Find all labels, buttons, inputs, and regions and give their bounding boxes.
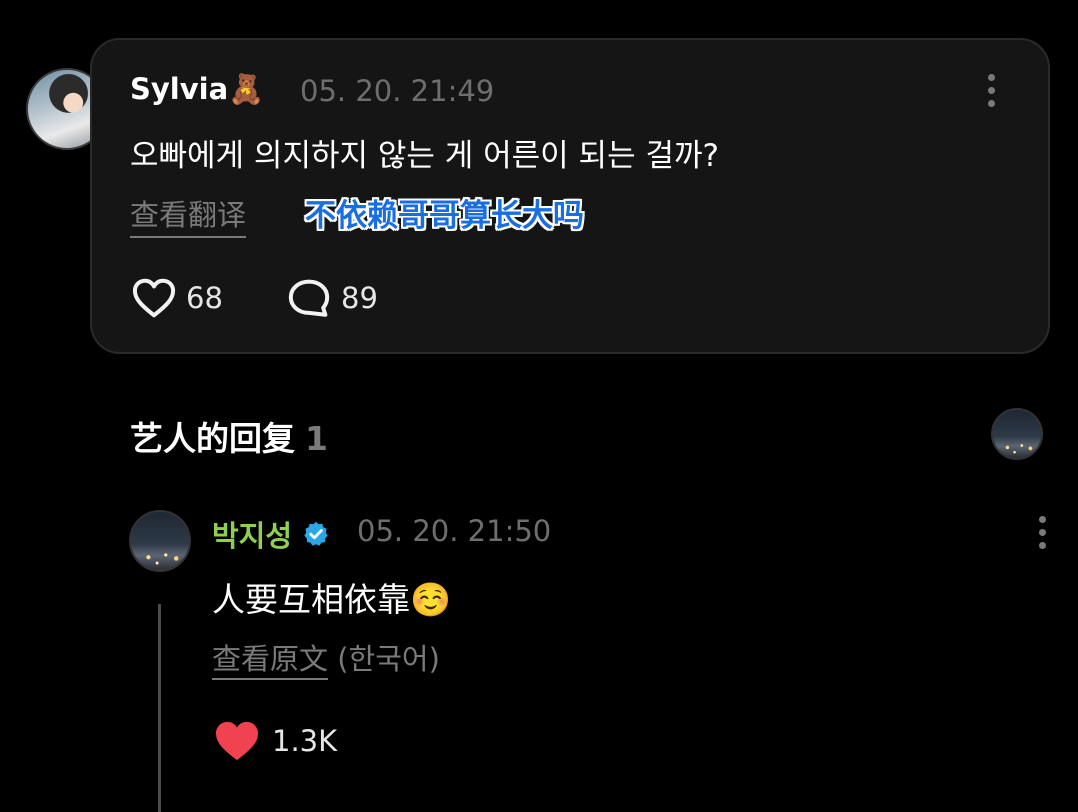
reply-timestamp: 05. 20. 21:50 [357,514,552,548]
reply-like-button[interactable]: 1.3K [214,720,337,762]
post-timestamp: 05. 20. 21:49 [300,74,495,108]
view-translation-link[interactable]: 查看翻译 [130,192,247,238]
artist-replies-title: 艺人的回复 [130,419,295,458]
artist-replies-count: 1 [305,419,328,458]
post-like-button[interactable]: 68 [132,278,223,318]
reply-text: 人要互相依靠☺️ [212,580,452,619]
verified-badge-icon [304,521,328,546]
reply-author-name: 박지성 [212,519,293,553]
post-more-icon[interactable] [986,74,996,107]
artist-replies-header: 艺人的回复 1 [130,412,328,460]
heart-outline-icon [132,278,176,318]
artist-header-avatar[interactable] [991,408,1043,460]
reply-like-count: 1.3K [272,724,338,758]
post-comment-button[interactable]: 89 [287,278,378,318]
view-original-label: 查看原文 [212,642,329,680]
reply-more-icon[interactable] [1037,516,1047,549]
thread-connector-line [158,604,161,812]
post-author-name[interactable]: Sylvia🧸 [130,72,264,107]
overlay-translation-text: 不依赖哥哥算长大吗 [305,198,584,234]
view-original-link[interactable]: 查看原文 (한국어) [212,636,440,680]
heart-filled-icon [216,721,258,761]
artist-avatar[interactable] [129,510,191,572]
original-language-label: (한국어) [337,642,440,676]
post-comment-count: 89 [341,281,378,315]
comment-thread-screen: Sylvia🧸 05. 20. 21:49 오빠에게 의지하지 않는 게 어른이… [0,0,1078,812]
reply-author[interactable]: 박지성 [212,513,330,555]
post-like-count: 68 [186,281,223,315]
post-text: 오빠에게 의지하지 않는 게 어른이 되는 걸까? [130,138,719,174]
speech-bubble-icon [288,279,330,317]
